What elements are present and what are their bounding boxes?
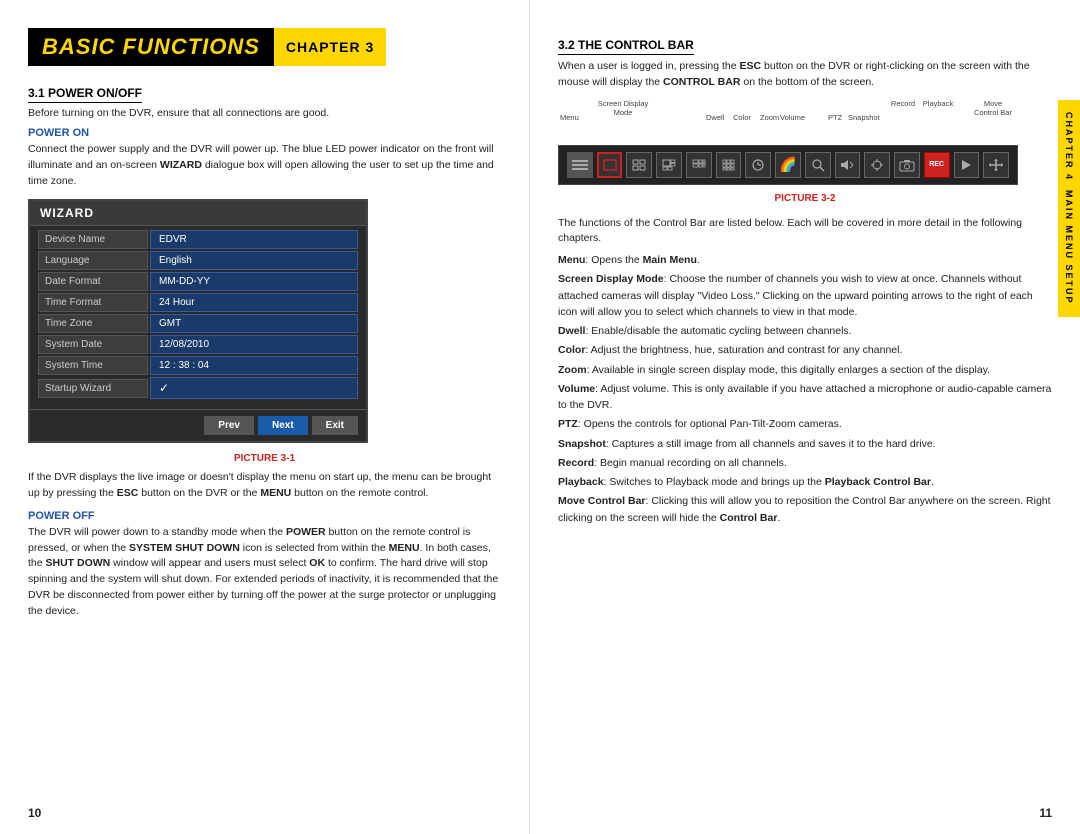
wizard-label-system-date: System Date [38,335,148,354]
power-on-text: Connect the power supply and the DVR wil… [28,142,501,189]
dwell-icon [745,152,771,178]
next-button[interactable]: Next [258,416,308,435]
def-dwell: Dwell: Enable/disable the automatic cycl… [558,323,1052,339]
wizard-label-language: Language [38,251,148,270]
chapter-header: Basic Functions Chapter 3 [28,28,501,66]
screen-4-icon [626,152,652,178]
wizard-footer: Prev Next Exit [30,409,366,441]
cb-lbl-zoom: Zoom [760,113,779,122]
def-ptz: PTZ: Opens the controls for optional Pan… [558,416,1052,432]
def-playback: Playback: Switches to Playback mode and … [558,474,1052,490]
wizard-label-time-format: Time Format [38,293,148,312]
color-icon: 🌈 [775,152,801,178]
power-on-heading: Power On [28,127,501,139]
wizard-title: WIZARD [40,206,94,220]
power-off-body: The DVR will power down to a standby mod… [28,525,501,620]
screen-6-icon [656,152,682,178]
section-32: 3.2 The Control Bar When a user is logge… [558,28,1052,526]
def-zoom: Zoom: Available in single screen display… [558,362,1052,378]
wizard-row-device-name: Device Name EDVR [38,230,358,249]
wizard-value-system-date: 12/08/2010 [150,335,358,354]
record-icon: REC [924,152,950,178]
move-control-bar-icon [983,152,1009,178]
wizard-value-startup-wizard: ✓ [150,377,358,399]
section-31-heading: 3.1 Power On/Off [28,86,142,103]
chapter-tab: Chapter 4 Main Menu Setup [1058,100,1080,317]
section-31: 3.1 Power On/Off Before turning on the D… [28,76,501,619]
wizard-row-time-format: Time Format 24 Hour [38,293,358,312]
cb-lbl-menu: Menu [560,113,579,122]
checkmark-icon: ✓ [159,381,169,395]
page-right: 3.2 The Control Bar When a user is logge… [530,0,1080,834]
def-record: Record: Begin manual recording on all ch… [558,455,1052,471]
chapter-tab-text: Chapter 4 Main Menu Setup [1064,112,1074,305]
wizard-row-language: Language English [38,251,358,270]
wizard-row-date-format: Date Format MM-DD-YY [38,272,358,291]
page-number-right: 11 [1039,806,1052,820]
power-off-heading: Power Off [28,510,501,522]
wizard-title-bar: WIZARD [30,201,366,226]
ptz-icon [864,152,890,178]
control-bar-desc-intro: The functions of the Control Bar are lis… [558,216,1052,248]
prev-button[interactable]: Prev [204,416,254,435]
cb-lbl-snapshot: Snapshot [848,113,880,122]
section-31-intro: Before turning on the DVR, ensure that a… [28,107,501,119]
wizard-value-time-zone: GMT [150,314,358,333]
playback-icon [954,152,980,178]
wizard-body: Device Name EDVR Language English Date F… [30,226,366,409]
wizard-value-language: English [150,251,358,270]
zoom-icon [805,152,831,178]
picture-32-label: PICTURE 3-2 [558,193,1052,204]
wizard-label-system-time: System Time [38,356,148,375]
exit-button[interactable]: Exit [312,416,358,435]
def-volume: Volume: Adjust volume. This is only avai… [558,381,1052,414]
cb-lbl-record: Record [888,99,918,108]
power-off-note: If the DVR displays the live image or do… [28,470,501,502]
wizard-label-date-format: Date Format [38,272,148,291]
chapter-badge: Chapter 3 [274,28,386,66]
definitions-list: Menu: Opens the Main Menu. Screen Displa… [558,252,1052,526]
control-bar-icons: 🌈 REC [558,145,1018,185]
section-32-heading: 3.2 The Control Bar [558,38,694,55]
wizard-value-date-format: MM-DD-YY [150,272,358,291]
cb-lbl-volume: Volume [780,113,805,122]
def-screen-display: Screen Display Mode: Choose the number o… [558,271,1052,320]
cb-label-row: Menu Screen DisplayMode Dwell Color Zoom… [558,99,1020,137]
section-32-intro: When a user is logged in, pressing the E… [558,59,1052,91]
picture-31-label: PICTURE 3-1 [28,453,501,464]
wizard-value-device-name: EDVR [150,230,358,249]
wizard-value-system-time: 12 : 38 : 04 [150,356,358,375]
wizard-label-time-zone: Time Zone [38,314,148,333]
cb-lbl-dwell: Dwell [706,113,724,122]
control-bar-illustration: Menu Screen DisplayMode Dwell Color Zoom… [558,99,1052,204]
screen-9-icon [716,152,742,178]
cb-lbl-screen-display: Screen DisplayMode [596,99,650,117]
wizard-box: WIZARD Device Name EDVR Language English… [28,199,368,443]
wizard-label-device-name: Device Name [38,230,148,249]
page-number-left: 10 [28,806,41,820]
def-menu: Menu: Opens the Main Menu. [558,252,1052,268]
chapter-badge-text: Chapter 3 [286,39,374,55]
chapter-title: Basic Functions [42,34,260,60]
cb-lbl-move-control-bar: MoveControl Bar [968,99,1018,117]
cb-lbl-playback: Playback [918,99,958,108]
volume-icon [835,152,861,178]
wizard-label-startup-wizard: Startup Wizard [38,379,148,398]
cb-lbl-ptz: PTZ [828,113,842,122]
snapshot-icon [894,152,920,178]
def-snapshot: Snapshot: Captures a still image from al… [558,436,1052,452]
page-left: Basic Functions Chapter 3 3.1 Power On/O… [0,0,530,834]
wizard-row-time-zone: Time Zone GMT [38,314,358,333]
screen-8-icon [686,152,712,178]
def-move-control-bar: Move Control Bar: Clicking this will all… [558,493,1052,526]
wizard-row-system-date: System Date 12/08/2010 [38,335,358,354]
wizard-value-time-format: 24 Hour [150,293,358,312]
menu-icon [567,152,593,178]
chapter-title-box: Basic Functions [28,28,274,66]
wizard-row-startup-wizard: Startup Wizard ✓ [38,377,358,399]
screen-1-icon [597,152,623,178]
def-color: Color: Adjust the brightness, hue, satur… [558,342,1052,358]
cb-lbl-color: Color [733,113,751,122]
wizard-row-system-time: System Time 12 : 38 : 04 [38,356,358,375]
